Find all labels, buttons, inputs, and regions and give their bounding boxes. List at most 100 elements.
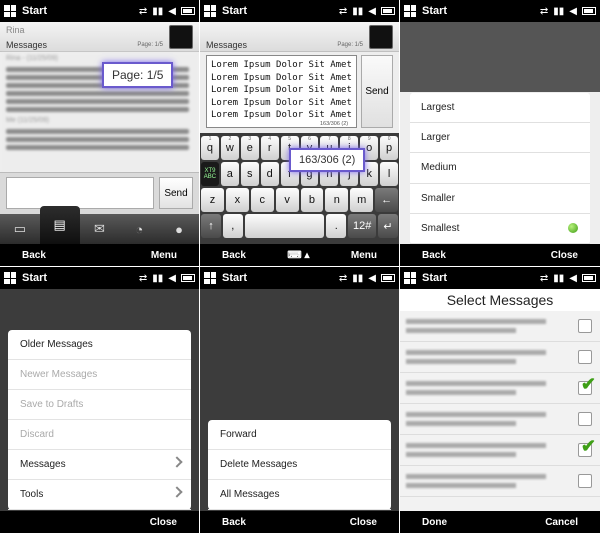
key-b[interactable]: b — [300, 188, 324, 212]
message-checkbox[interactable] — [578, 350, 592, 364]
key-alt-label: 1 — [208, 136, 212, 142]
key-m[interactable]: m — [350, 188, 374, 212]
softkey-back[interactable]: Back — [222, 517, 246, 528]
softkey-back[interactable]: Back — [222, 250, 246, 261]
start-label[interactable]: Start — [22, 272, 47, 284]
message-row[interactable] — [400, 466, 600, 497]
num-symbol-key[interactable]: 12# — [348, 214, 377, 238]
windows-flag-icon[interactable] — [4, 272, 16, 284]
xt9-key[interactable]: XT9 ABC — [201, 162, 219, 186]
menu-item[interactable]: Older Messages — [8, 330, 191, 360]
menu-item[interactable]: Delete Messages — [208, 450, 391, 480]
key-alt-label: 3 — [248, 136, 252, 142]
key-w[interactable]: w2 — [220, 136, 239, 160]
send-button[interactable]: Send — [159, 177, 193, 209]
status-bar: Start ⇄ ▮▮ ◀ — [200, 267, 399, 289]
avatar — [369, 25, 393, 49]
panel-conversation-page: Start ⇄ ▮▮ ◀ Rina Messages Page: 1/5 Rin… — [0, 0, 199, 266]
tab-contact-card[interactable]: ▭ — [0, 214, 40, 244]
tab-email[interactable]: ✉ — [80, 214, 120, 244]
message-line — [6, 107, 189, 112]
message-preview — [406, 412, 546, 417]
softkey-bar: Close — [0, 511, 199, 533]
message-body-input[interactable]: Lorem Ipsum Dolor Sit Amet Lorem Ipsum D… — [206, 55, 357, 128]
keyboard-toggle-icon[interactable]: ⌨ ▴ — [287, 250, 309, 261]
space-key[interactable] — [244, 214, 325, 238]
message-row[interactable] — [400, 404, 600, 435]
key-e[interactable]: e3 — [240, 136, 259, 160]
period-key[interactable]: . — [326, 214, 347, 238]
key-r[interactable]: r4 — [260, 136, 279, 160]
menu-item[interactable]: Forward — [208, 420, 391, 450]
key-d[interactable]: d — [260, 162, 279, 186]
key-alt-label: 8 — [347, 136, 351, 142]
message-checkbox[interactable] — [578, 319, 592, 333]
tab-messaging[interactable]: ▤ — [39, 206, 80, 244]
softkey-menu[interactable]: Menu — [151, 250, 177, 261]
softkey-close[interactable]: Close — [551, 250, 578, 261]
softkey-back[interactable]: Back — [22, 250, 46, 261]
softkey-close[interactable]: Close — [150, 517, 177, 528]
backspace-key[interactable]: ← — [375, 188, 398, 212]
key-l[interactable]: l — [380, 162, 399, 186]
windows-flag-icon[interactable] — [4, 5, 16, 17]
key-v[interactable]: v — [275, 188, 299, 212]
context-menu: Older Messages Newer Messages Save to Draf… — [8, 330, 191, 510]
key-alt-label: 9 — [367, 136, 371, 142]
start-label[interactable]: Start — [422, 5, 447, 17]
softkey-done[interactable]: Done — [422, 517, 447, 528]
enter-key[interactable]: ↵ — [378, 214, 398, 238]
font-size-label: Medium — [421, 162, 457, 174]
font-size-option[interactable]: Largest — [410, 93, 590, 124]
key-n[interactable]: n — [325, 188, 349, 212]
key-a[interactable]: a — [220, 162, 239, 186]
start-label[interactable]: Start — [22, 5, 47, 17]
comma-key[interactable]: , — [222, 214, 243, 238]
battery-icon — [381, 274, 395, 282]
key-z[interactable]: z — [201, 188, 224, 212]
key-q[interactable]: q1 — [201, 136, 219, 160]
font-size-option[interactable]: Smaller — [410, 184, 590, 214]
message-preview — [406, 421, 516, 426]
message-row[interactable] — [400, 342, 600, 373]
start-label[interactable]: Start — [222, 5, 247, 17]
messages-label: Messages — [206, 40, 248, 50]
start-label[interactable]: Start — [222, 272, 247, 284]
softkey-close[interactable]: Close — [350, 517, 377, 528]
softkey-back[interactable]: Back — [422, 250, 446, 261]
keyboard-row: z x c v b n m ← — [201, 188, 398, 212]
key-s[interactable]: s — [240, 162, 259, 186]
softkey-cancel[interactable]: Cancel — [545, 517, 578, 528]
key-p[interactable]: p0 — [380, 136, 399, 160]
key-c[interactable]: c — [250, 188, 274, 212]
softkey-menu[interactable]: Menu — [351, 250, 377, 261]
menu-item[interactable]: All Messages — [208, 480, 391, 510]
message-line — [6, 129, 189, 134]
windows-flag-icon[interactable] — [404, 272, 416, 284]
shift-key[interactable]: ↑ — [201, 214, 221, 238]
message-row[interactable] — [400, 311, 600, 342]
windows-flag-icon[interactable] — [204, 272, 216, 284]
person-icon: ● — [175, 221, 184, 237]
message-row[interactable]: ✔ — [400, 373, 600, 404]
message-checkbox[interactable] — [578, 412, 592, 426]
message-row[interactable]: ✔ — [400, 435, 600, 466]
font-size-option[interactable]: Medium — [410, 153, 590, 184]
menu-item[interactable]: Tools — [8, 480, 191, 510]
windows-flag-icon[interactable] — [404, 5, 416, 17]
compose-input[interactable] — [6, 177, 154, 209]
menu-item-label: All Messages — [220, 489, 280, 500]
windows-flag-icon[interactable] — [204, 5, 216, 17]
send-button[interactable]: Send — [361, 55, 393, 128]
tab-person[interactable]: ● — [159, 214, 199, 244]
font-size-option[interactable]: Larger — [410, 123, 590, 154]
message-checkbox[interactable] — [578, 474, 592, 488]
menu-item[interactable]: Messages — [8, 450, 191, 480]
message-preview — [406, 359, 516, 364]
tab-call-history[interactable]: ◔ — [119, 214, 159, 244]
font-size-option[interactable]: Smallest — [410, 214, 590, 244]
start-label[interactable]: Start — [422, 272, 447, 284]
menu-item-label: Forward — [220, 429, 257, 440]
key-x[interactable]: x — [225, 188, 249, 212]
status-bar: Start ⇄ ▮▮ ◀ — [0, 0, 199, 22]
